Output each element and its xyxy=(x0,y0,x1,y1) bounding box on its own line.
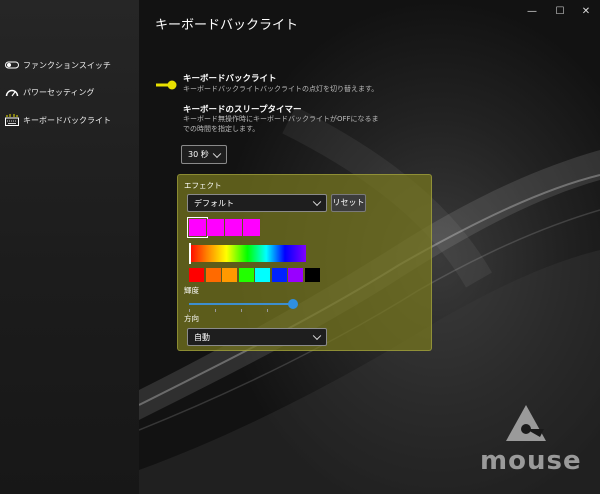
backlight-toggle[interactable] xyxy=(156,75,178,90)
app-window: ファンクションスイッチ パワーセッティング キーボードバックライト — ☐ ✕ … xyxy=(0,0,600,494)
maximize-button[interactable]: ☐ xyxy=(549,4,571,20)
direction-select[interactable]: 自動 xyxy=(187,328,327,346)
sleep-timer-value: 30 秒 xyxy=(188,150,209,159)
brightness-label: 輝度 xyxy=(184,286,199,295)
keyboard-icon xyxy=(5,114,19,126)
sidebar-item-function-switch[interactable]: ファンクションスイッチ xyxy=(5,57,111,73)
preset-color-swatch[interactable] xyxy=(288,268,303,282)
effect-value: デフォルト xyxy=(194,198,234,208)
toggle-icon xyxy=(5,59,19,71)
chevron-down-icon xyxy=(212,149,222,158)
chevron-down-icon xyxy=(312,197,322,207)
brand-logo-text: mouse xyxy=(480,446,582,476)
mouse-logo-icon xyxy=(506,405,546,441)
brightness-slider-track[interactable] xyxy=(189,303,293,305)
preset-color-swatch[interactable] xyxy=(189,268,204,282)
reset-button[interactable]: リセット xyxy=(331,194,366,212)
effect-select[interactable]: デフォルト xyxy=(187,194,327,212)
direction-label: 方向 xyxy=(184,314,199,323)
page-title: キーボードバックライト xyxy=(155,18,299,33)
effect-panel: エフェクト デフォルト リセット 輝度 方向 自動 xyxy=(177,174,432,351)
sidebar-item-label: パワーセッティング xyxy=(23,87,95,97)
sidebar: ファンクションスイッチ パワーセッティング キーボードバックライト xyxy=(0,0,139,494)
minimize-button[interactable]: — xyxy=(521,4,543,20)
preset-color-swatch[interactable] xyxy=(255,268,270,282)
sleep-timer-description: キーボード無操作時にキーボードバックライトがOFFになるまでの時間を指定します。 xyxy=(183,115,379,133)
spectrum-handle[interactable] xyxy=(189,243,191,264)
direction-value: 自動 xyxy=(194,332,210,342)
zone-color-swatch[interactable] xyxy=(243,219,260,236)
effect-label: エフェクト xyxy=(184,181,222,190)
zone-color-swatch[interactable] xyxy=(207,219,224,236)
preset-color-swatch[interactable] xyxy=(222,268,237,282)
preset-color-swatch[interactable] xyxy=(271,268,287,282)
color-spectrum[interactable] xyxy=(189,245,306,262)
sidebar-item-power-setting[interactable]: パワーセッティング xyxy=(5,84,95,100)
preset-color-swatch[interactable] xyxy=(238,268,254,282)
slider-tick xyxy=(241,309,242,312)
brightness-slider-thumb[interactable] xyxy=(288,299,298,309)
slider-tick xyxy=(189,309,190,312)
zone-color-swatch[interactable] xyxy=(225,219,242,236)
sidebar-item-keyboard-backlight[interactable]: キーボードバックライト xyxy=(5,112,111,128)
preset-color-swatch[interactable] xyxy=(304,268,320,282)
zone-color-swatch[interactable] xyxy=(187,217,208,238)
slider-tick xyxy=(215,309,216,312)
backlight-description: キーボードバックライトバックライトの点灯を切り替えます。 xyxy=(183,85,379,93)
chevron-down-icon xyxy=(312,331,322,341)
sleep-timer-select[interactable]: 30 秒 xyxy=(181,145,227,164)
close-button[interactable]: ✕ xyxy=(575,4,597,20)
sidebar-item-label: キーボードバックライト xyxy=(23,115,111,125)
gauge-icon xyxy=(5,86,19,98)
main-content: — ☐ ✕ キーボードバックライト キーボードバックライト キーボードバックライ… xyxy=(139,0,600,494)
preset-color-swatch[interactable] xyxy=(205,268,221,282)
backlight-title: キーボードバックライト xyxy=(183,74,277,84)
slider-tick xyxy=(267,309,268,312)
sidebar-item-label: ファンクションスイッチ xyxy=(23,60,111,70)
